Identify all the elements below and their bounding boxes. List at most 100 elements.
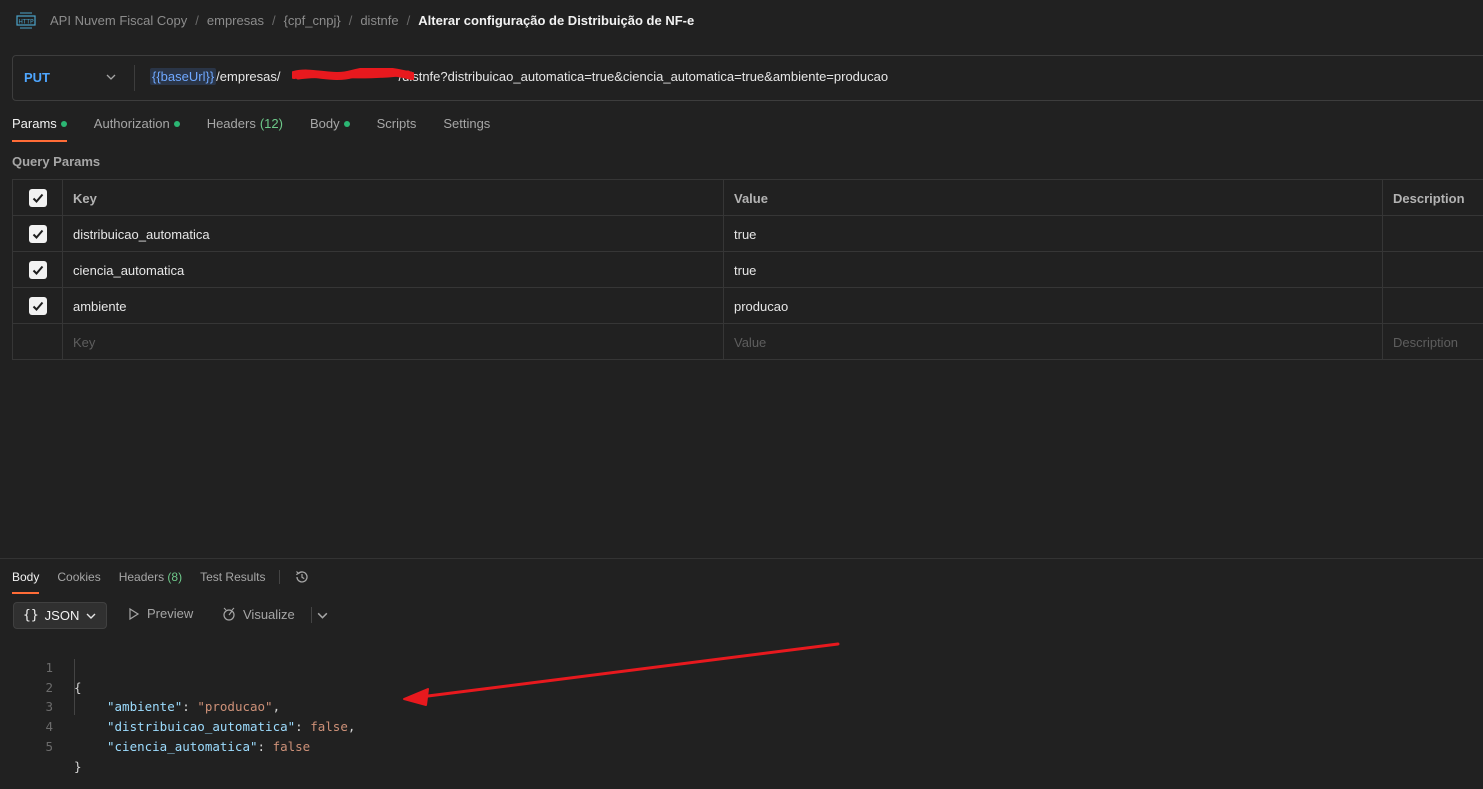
divider — [311, 607, 312, 623]
http-icon: HTTP — [16, 12, 36, 29]
visualize-label: Visualize — [243, 606, 295, 622]
query-params-table: Key Value Description distribuicao_autom… — [12, 179, 1483, 360]
check-icon — [32, 265, 43, 275]
param-key[interactable]: distribuicao_automatica — [62, 216, 723, 252]
param-value[interactable]: true — [723, 252, 1382, 288]
checkbox-cell — [12, 324, 62, 360]
code-line: 4 "ciencia_automatica": false — [0, 697, 310, 754]
redaction-scribble — [292, 68, 414, 80]
chevron-down-icon — [86, 613, 96, 619]
response-body[interactable]: 1 { 2 "ambiente": "producao", 3 "distrib… — [0, 638, 355, 774]
url-input[interactable]: {{baseUrl}}/empresas/ /distnfe?distribuic… — [150, 68, 889, 85]
tab-params[interactable]: Params — [12, 116, 67, 142]
tab-settings[interactable]: Settings — [443, 116, 490, 142]
response-tab-cookies[interactable]: Cookies — [57, 570, 100, 594]
json-value: false — [272, 738, 311, 754]
format-selector[interactable]: {} JSON — [13, 602, 107, 629]
play-icon — [129, 607, 140, 620]
response-tab-body[interactable]: Body — [12, 570, 40, 594]
response-tab-headers[interactable]: Headers (8) — [119, 570, 182, 594]
param-checkbox[interactable] — [28, 225, 47, 243]
json-icon: {} — [23, 608, 39, 623]
tab-label: Authorization — [93, 116, 170, 131]
response-tabs: Body Cookies Headers (8) Test Results — [12, 569, 310, 595]
param-value[interactable]: true — [723, 216, 1382, 252]
line-number: 4 — [45, 719, 53, 735]
param-description[interactable] — [1382, 252, 1483, 288]
divider — [279, 570, 281, 584]
json-comma: , — [347, 719, 356, 735]
breadcrumb-folder-empresas[interactable]: empresas — [207, 13, 264, 28]
tab-label: Headers — [118, 570, 165, 584]
code-text: "ciencia_automatica": false — [107, 737, 310, 757]
checkbox-cell — [12, 288, 62, 324]
code-text: } — [74, 758, 82, 774]
table-row: ciencia_automatica true — [12, 252, 1483, 288]
response-tab-test-results[interactable]: Test Results — [200, 570, 265, 594]
line-number: 1 — [45, 659, 53, 675]
check-icon — [32, 301, 43, 311]
column-header-value: Value — [723, 180, 1382, 216]
line-number: 3 — [45, 699, 53, 715]
json-value: false — [310, 719, 348, 735]
tab-authorization[interactable]: Authorization — [94, 116, 180, 142]
code-text: "ambiente": "producao", — [107, 697, 280, 717]
new-key-input[interactable]: Key — [62, 324, 723, 360]
param-description[interactable] — [1382, 288, 1483, 324]
url-suffix: /distnfe?distribuicao_automatica=true&ci… — [398, 69, 889, 84]
tab-count: (12) — [259, 116, 283, 131]
preview-label: Preview — [147, 606, 194, 621]
history-icon[interactable] — [294, 569, 310, 585]
svg-text:HTTP: HTTP — [18, 18, 34, 25]
table-row: ambiente producao — [12, 288, 1483, 324]
tab-headers[interactable]: Headers (12) — [207, 116, 283, 142]
new-value-input[interactable]: Value — [723, 324, 1382, 360]
status-dot — [173, 120, 180, 127]
json-key: "distribuicao_automatica" — [107, 719, 296, 735]
json-colon: : — [257, 738, 273, 754]
new-description-input[interactable]: Description — [1382, 324, 1483, 360]
status-dot — [343, 120, 350, 127]
check-icon — [32, 193, 43, 203]
breadcrumb-collection[interactable]: API Nuvem Fiscal Copy — [50, 13, 187, 28]
select-all-cell — [12, 180, 62, 216]
param-checkbox[interactable] — [28, 297, 47, 315]
chevron-down-icon[interactable] — [105, 71, 117, 83]
param-value[interactable]: producao — [723, 288, 1382, 324]
code-text: "distribuicao_automatica": false, — [107, 717, 355, 737]
divider — [134, 65, 135, 91]
preview-button[interactable]: Preview — [127, 606, 193, 621]
chevron-down-icon[interactable] — [316, 609, 329, 622]
breadcrumb-folder-distnfe[interactable]: distnfe — [360, 13, 398, 28]
code-line: 5 } — [0, 717, 81, 774]
json-colon: : — [182, 699, 198, 715]
param-description[interactable] — [1382, 216, 1483, 252]
table-header: Key Value Description — [12, 180, 1483, 216]
method-selector[interactable]: PUT — [24, 70, 50, 85]
json-colon: : — [295, 719, 311, 735]
check-icon — [32, 229, 43, 239]
param-key[interactable]: ciencia_automatica — [62, 252, 723, 288]
tab-body[interactable]: Body — [310, 116, 350, 142]
breadcrumb: HTTP API Nuvem Fiscal Copy / empresas / … — [16, 8, 694, 32]
panel-divider[interactable] — [0, 558, 1483, 559]
breadcrumb-folder-cpf-cnpj[interactable]: {cpf_cnpj} — [284, 13, 341, 28]
code-line: 1 { — [0, 638, 81, 695]
breadcrumb-separator: / — [271, 12, 276, 28]
request-title[interactable]: Alterar configuração de Distribuição de … — [418, 13, 694, 28]
line-number: 5 — [45, 738, 53, 754]
tab-count: (8) — [167, 570, 183, 584]
select-all-checkbox[interactable] — [28, 189, 47, 207]
status-dot — [60, 120, 67, 127]
request-tabs: Params Authorization Headers (12) Body Sc… — [12, 116, 517, 142]
tab-label: Params — [12, 116, 57, 131]
param-checkbox[interactable] — [28, 261, 47, 279]
code-text: { — [74, 679, 82, 695]
new-param-row: Key Value Description — [12, 324, 1483, 360]
url-variable[interactable]: {{baseUrl}} — [150, 68, 217, 85]
code-line: 2 "ambiente": "producao", — [0, 658, 280, 715]
visualize-button[interactable]: Visualize — [221, 606, 295, 622]
tab-scripts[interactable]: Scripts — [377, 116, 417, 142]
param-key[interactable]: ambiente — [62, 288, 723, 324]
tab-label: Scripts — [376, 116, 417, 131]
